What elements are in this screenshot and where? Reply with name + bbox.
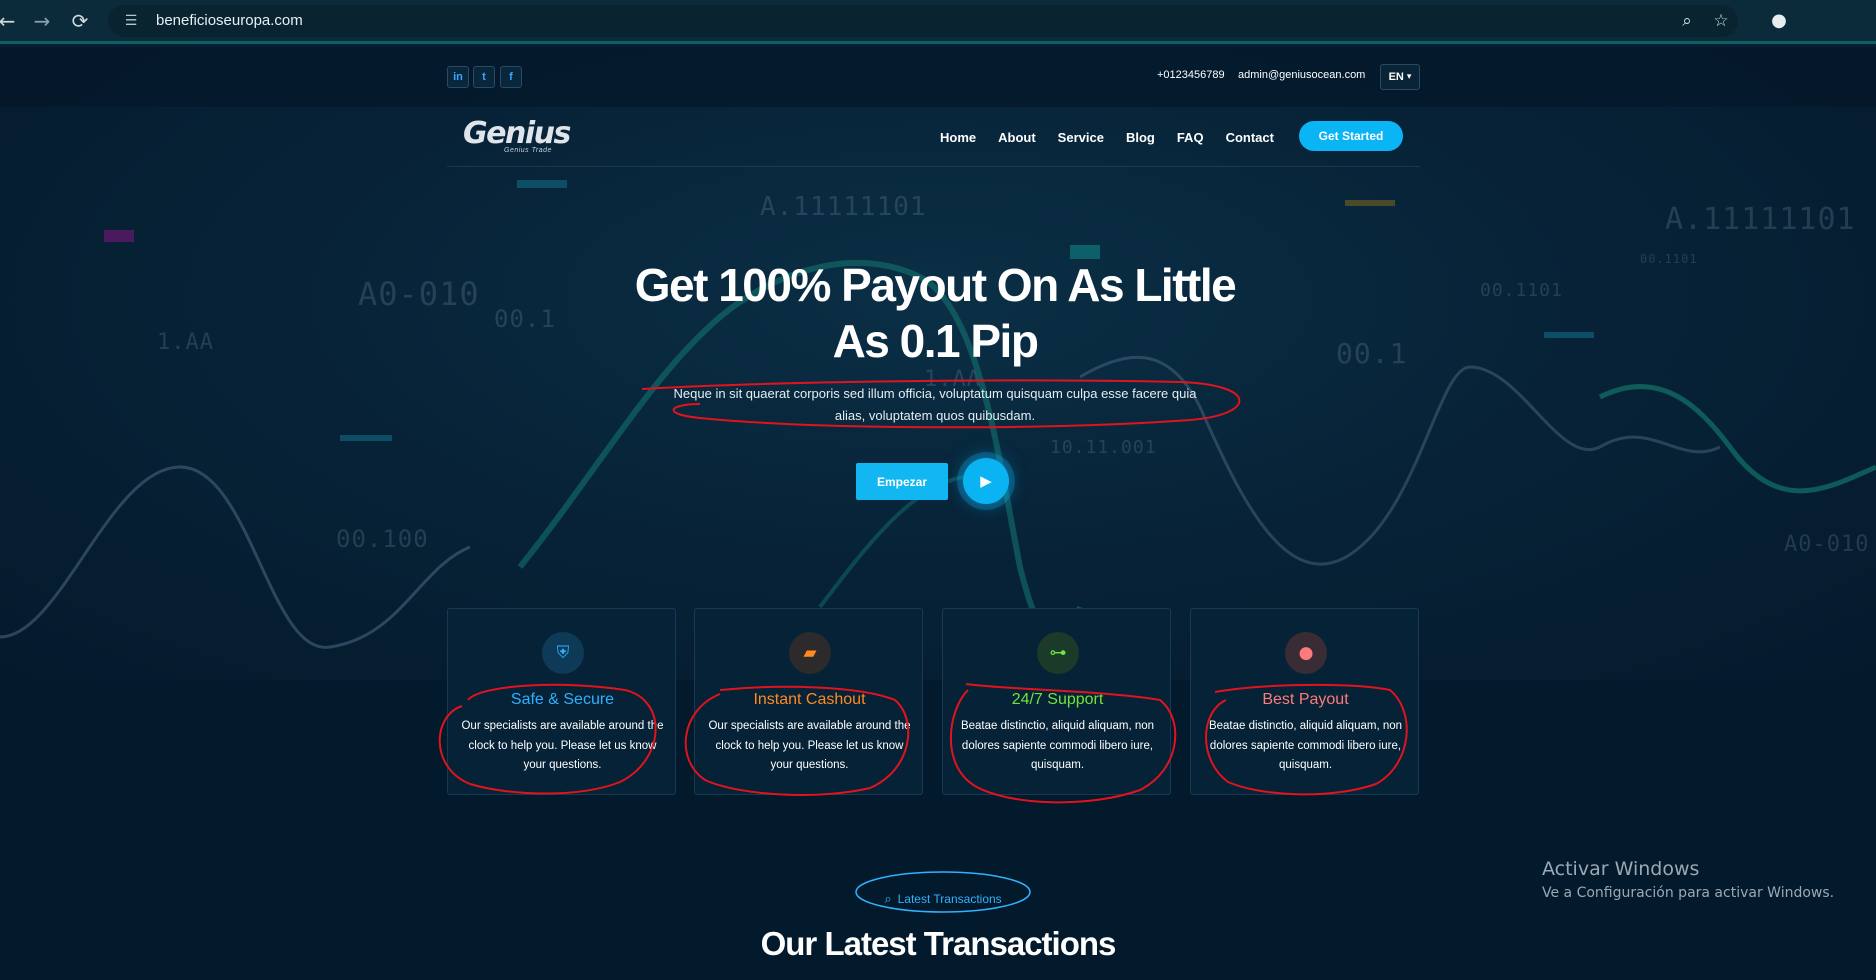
feature-card-best-payout: ● Best Payout Beatae distinctio, aliquid… (1190, 608, 1419, 795)
tune-icon[interactable]: ☰ (120, 10, 142, 32)
nav-link-about[interactable]: About (998, 130, 1036, 145)
play-icon: ▶ (980, 472, 992, 490)
bg-number: 00.1 (1336, 337, 1408, 370)
bg-number: A0-010 (1784, 532, 1870, 557)
web-page: A.11111101 A0-010 00.1 1.AA 00.100 1.AA … (0, 47, 1876, 980)
play-video-button[interactable]: ▶ (963, 458, 1009, 504)
contact-phone[interactable]: +0123456789 (1157, 69, 1225, 81)
nav-link-home[interactable]: Home (940, 130, 976, 145)
bg-decoration (104, 230, 134, 242)
logo-text: Genius (463, 116, 571, 151)
nav-links: Home About Service Blog FAQ Contact (940, 107, 1296, 167)
nav-link-blog[interactable]: Blog (1126, 130, 1155, 145)
bg-number: 00.1101 (1480, 280, 1563, 301)
piggy-bank-icon: ● (1285, 632, 1327, 674)
hero-title-line-1: Get 100% Payout On As Little (634, 259, 1237, 311)
bg-number: A.11111101 (1665, 202, 1856, 237)
arrow-right-icon[interactable]: → (24, 3, 60, 39)
hero-subtitle: Neque in sit quaerat corporis sed illum … (673, 386, 1197, 423)
feature-card-safe-secure: ⛨ Safe & Secure Our specialists are avai… (447, 608, 676, 795)
shield-icon: ⛨ (542, 632, 584, 674)
get-started-button[interactable]: Get Started (1299, 121, 1403, 151)
bg-decoration (1345, 200, 1395, 206)
bg-number: 10.11.001 (1050, 437, 1157, 458)
star-icon[interactable]: ☆ (1704, 5, 1738, 37)
chevron-down-icon: ▾ (1406, 72, 1412, 82)
network-icon: ⊶ (1037, 632, 1079, 674)
bg-number: A.11111101 (760, 192, 927, 222)
feature-text: Our specialists are available around the… (461, 720, 664, 771)
language-select[interactable]: EN ▾ (1380, 64, 1420, 90)
feature-text: Our specialists are available around the… (708, 720, 911, 771)
logo-subtitle: Genius Trade (504, 147, 552, 154)
person-icon[interactable]: ● (1762, 4, 1796, 38)
language-value: EN (1388, 71, 1404, 83)
bg-decoration (517, 180, 567, 188)
hero-title: Get 100% Payout On As Little As 0.1 Pip (560, 257, 1310, 369)
empezar-button[interactable]: Empezar (856, 463, 948, 500)
section-tag-label: Latest Transactions (897, 892, 1002, 906)
reload-icon[interactable]: ⟳ (62, 3, 98, 39)
bg-decoration (340, 435, 392, 441)
bg-decoration (1544, 332, 1594, 338)
address-bar[interactable]: ☰ beneficioseuropa.com ⌕ ☆ (108, 4, 1738, 37)
bg-number: 00.1 (494, 305, 556, 333)
feature-text: Beatae distinctio, aliquid aliquam, non … (960, 720, 1155, 771)
main-navbar: Genius Genius Trade Home About Service B… (447, 107, 1420, 167)
bg-number: 1.AA (157, 330, 214, 355)
windows-activation-title: Activar Windows (1542, 858, 1700, 880)
contact-email[interactable]: admin@geniusocean.com (1238, 69, 1365, 81)
search-icon: ⌕ (884, 891, 892, 907)
feature-card-instant-cashout: ▰ Instant Cashout Our specialists are av… (694, 608, 923, 795)
zoom-icon[interactable]: ⌕ (1670, 5, 1704, 37)
linkedin-icon[interactable]: in (447, 66, 469, 88)
site-logo[interactable]: Genius Genius Trade (463, 116, 571, 154)
contact-topbar: in t f +0123456789 admin@geniusocean.com… (0, 47, 1876, 107)
wallet-icon: ▰ (789, 632, 831, 674)
feature-title: Best Payout (1262, 691, 1349, 708)
nav-link-service[interactable]: Service (1058, 130, 1104, 145)
nav-link-contact[interactable]: Contact (1226, 130, 1274, 145)
browser-toolbar: ← → ⟳ ☰ beneficioseuropa.com ⌕ ☆ ● (0, 0, 1876, 44)
feature-card-support: ⊶ 24/7 Support Beatae distinctio, aliqui… (942, 608, 1171, 795)
bg-number: 00.100 (336, 525, 429, 553)
bg-number: 00.1101 (1640, 252, 1698, 266)
twitter-icon[interactable]: t (473, 66, 495, 88)
feature-text: Beatae distinctio, aliquid aliquam, non … (1208, 720, 1403, 771)
windows-activation-subtitle: Ve a Configuración para activar Windows. (1542, 885, 1835, 901)
hero-title-line-2: As 0.1 Pip (832, 315, 1039, 367)
bg-number: A0-010 (358, 275, 480, 313)
feature-title: 24/7 Support (1011, 691, 1104, 708)
facebook-icon[interactable]: f (500, 66, 522, 88)
feature-title: Instant Cashout (753, 691, 866, 708)
section-tag: ⌕ Latest Transactions (868, 889, 1018, 909)
arrow-left-icon[interactable]: ← (0, 3, 15, 39)
feature-title: Safe & Secure (510, 691, 615, 708)
nav-link-faq[interactable]: FAQ (1177, 130, 1204, 145)
url-text[interactable]: beneficioseuropa.com (156, 12, 303, 29)
section-title: Our Latest Transactions (760, 925, 1117, 962)
